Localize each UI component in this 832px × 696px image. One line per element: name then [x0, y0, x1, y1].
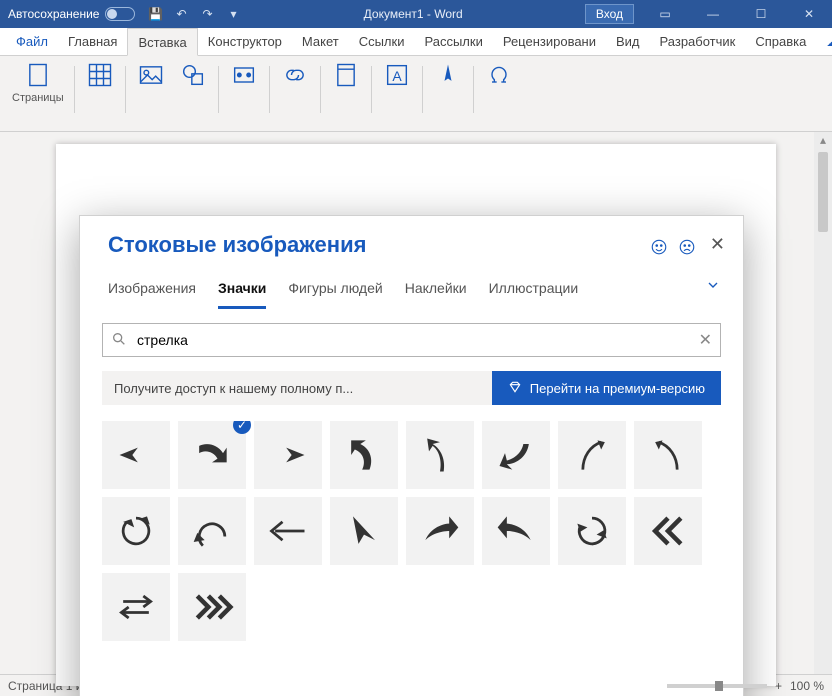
clear-search-icon[interactable]: ✕ [699, 330, 712, 350]
document-viewport: ▴ Стоковые изображения ✕ Изображения Зна… [0, 132, 832, 674]
tab-review[interactable]: Рецензировани [493, 28, 606, 55]
icon-results: ✓ ▴ [102, 421, 721, 696]
zoom-in-icon[interactable]: + [775, 679, 782, 693]
ribbon-header-icon[interactable] [325, 60, 367, 90]
ribbon-link-icon[interactable] [274, 60, 316, 90]
icon-curved-arrow-up-left[interactable] [330, 421, 398, 489]
tab-references[interactable]: Ссылки [349, 28, 415, 55]
premium-diamond-icon [508, 380, 522, 397]
tab-images[interactable]: Изображения [108, 280, 196, 306]
minimize-icon[interactable]: — [690, 0, 736, 28]
premium-text: Получите доступ к нашему полному п... [102, 371, 492, 405]
search-field[interactable]: ✕ [102, 323, 721, 357]
icon-rotate-cw[interactable] [102, 497, 170, 565]
tab-stickers[interactable]: Наклейки [405, 280, 467, 306]
tabs-expand-icon[interactable] [705, 277, 721, 296]
icon-share-arrow[interactable] [406, 497, 474, 565]
ribbon-display-options-icon[interactable]: ▭ [642, 0, 688, 28]
ribbon-insert: Страницы A [0, 56, 832, 132]
icon-arrow-left[interactable] [102, 421, 170, 489]
autosave-label: Автосохранение [8, 7, 99, 21]
svg-text:A: A [392, 68, 402, 84]
tab-layout[interactable]: Макет [292, 28, 349, 55]
toggle-switch[interactable] [105, 7, 135, 21]
scroll-thumb[interactable] [818, 152, 828, 232]
tab-developer[interactable]: Разработчик [650, 28, 746, 55]
undo-icon[interactable]: ↶ [173, 6, 189, 22]
ribbon-table-icon[interactable] [79, 60, 121, 90]
search-icon [111, 331, 127, 350]
icon-triple-chevron-right[interactable] [178, 573, 246, 641]
close-window-icon[interactable]: ✕ [786, 0, 832, 28]
tab-illustrations[interactable]: Иллюстрации [489, 280, 579, 306]
autosave-toggle[interactable]: Автосохранение [8, 7, 135, 21]
ribbon-pages-group[interactable]: Страницы [6, 60, 70, 104]
feedback-happy-icon[interactable] [650, 238, 668, 259]
tab-help[interactable]: Справка [745, 28, 816, 55]
pages-label: Страницы [12, 92, 64, 104]
ribbon-location-icon[interactable] [427, 60, 469, 90]
feedback-sad-icon[interactable] [678, 238, 696, 259]
ribbon-addins-icon[interactable] [223, 60, 265, 90]
tab-icons[interactable]: Значки [218, 280, 266, 309]
ribbon-text-icon[interactable]: A [376, 60, 418, 90]
scroll-up-icon[interactable]: ▴ [820, 132, 826, 148]
share-button[interactable]: ☁ Поделиться [816, 28, 832, 55]
ribbon-symbol-icon[interactable] [478, 60, 520, 90]
icon-curved-arrow-right[interactable]: ✓ [178, 421, 246, 489]
pages-icon [23, 60, 53, 90]
title-bar: Автосохранение 💾 ↶ ↷ ▾ Документ1 - Word … [0, 0, 832, 28]
icon-reply-arrow[interactable] [482, 497, 550, 565]
tab-mailings[interactable]: Рассылки [414, 28, 492, 55]
icon-double-chevron-left[interactable] [634, 497, 702, 565]
icon-curve-down-thin[interactable] [634, 421, 702, 489]
tab-view[interactable]: Вид [606, 28, 650, 55]
icon-swap-horizontal[interactable] [102, 573, 170, 641]
vertical-scrollbar[interactable]: ▴ [814, 132, 832, 674]
search-input[interactable] [135, 331, 691, 349]
tab-design[interactable]: Конструктор [198, 28, 292, 55]
icon-refresh[interactable] [558, 497, 626, 565]
icon-cursor[interactable] [330, 497, 398, 565]
dialog-tabs: Изображения Значки Фигуры людей Наклейки… [80, 259, 743, 309]
selected-check-icon: ✓ [233, 421, 251, 434]
tab-people[interactable]: Фигуры людей [288, 280, 382, 306]
icon-arrow-right[interactable] [254, 421, 322, 489]
customize-qat-icon[interactable]: ▾ [225, 6, 241, 22]
login-button[interactable]: Вход [585, 4, 634, 24]
ribbon-shapes-icon[interactable] [172, 60, 214, 90]
zoom-slider[interactable] [667, 684, 767, 688]
quick-access-toolbar: 💾 ↶ ↷ ▾ [147, 6, 241, 22]
stock-images-dialog: Стоковые изображения ✕ Изображения Значк… [79, 215, 744, 696]
icon-arrow-left-thin[interactable] [254, 497, 322, 565]
icon-curve-up-thin[interactable] [558, 421, 626, 489]
tab-home[interactable]: Главная [58, 28, 127, 55]
share-icon: ☁ [826, 34, 832, 50]
icon-turn-down-left[interactable] [482, 421, 550, 489]
icon-undo[interactable] [178, 497, 246, 565]
save-icon[interactable]: 💾 [147, 6, 163, 22]
premium-button[interactable]: Перейти на премиум-версию [492, 371, 721, 405]
window-title: Документ1 - Word [241, 7, 584, 21]
premium-button-label: Перейти на премиум-версию [530, 381, 705, 396]
premium-banner: Получите доступ к нашему полному п... Пе… [102, 371, 721, 405]
close-dialog-icon[interactable]: ✕ [710, 234, 725, 255]
ribbon-pictures-icon[interactable] [130, 60, 172, 90]
tab-insert[interactable]: Вставка [127, 28, 197, 56]
redo-icon[interactable]: ↷ [199, 6, 215, 22]
dialog-title: Стоковые изображения [108, 232, 650, 258]
maximize-icon[interactable]: ☐ [738, 0, 784, 28]
ribbon-tabs: Файл Главная Вставка Конструктор Макет С… [0, 28, 832, 56]
zoom-level[interactable]: 100 % [790, 679, 824, 693]
tab-file[interactable]: Файл [6, 28, 58, 55]
icon-arrow-up-curve[interactable] [406, 421, 474, 489]
